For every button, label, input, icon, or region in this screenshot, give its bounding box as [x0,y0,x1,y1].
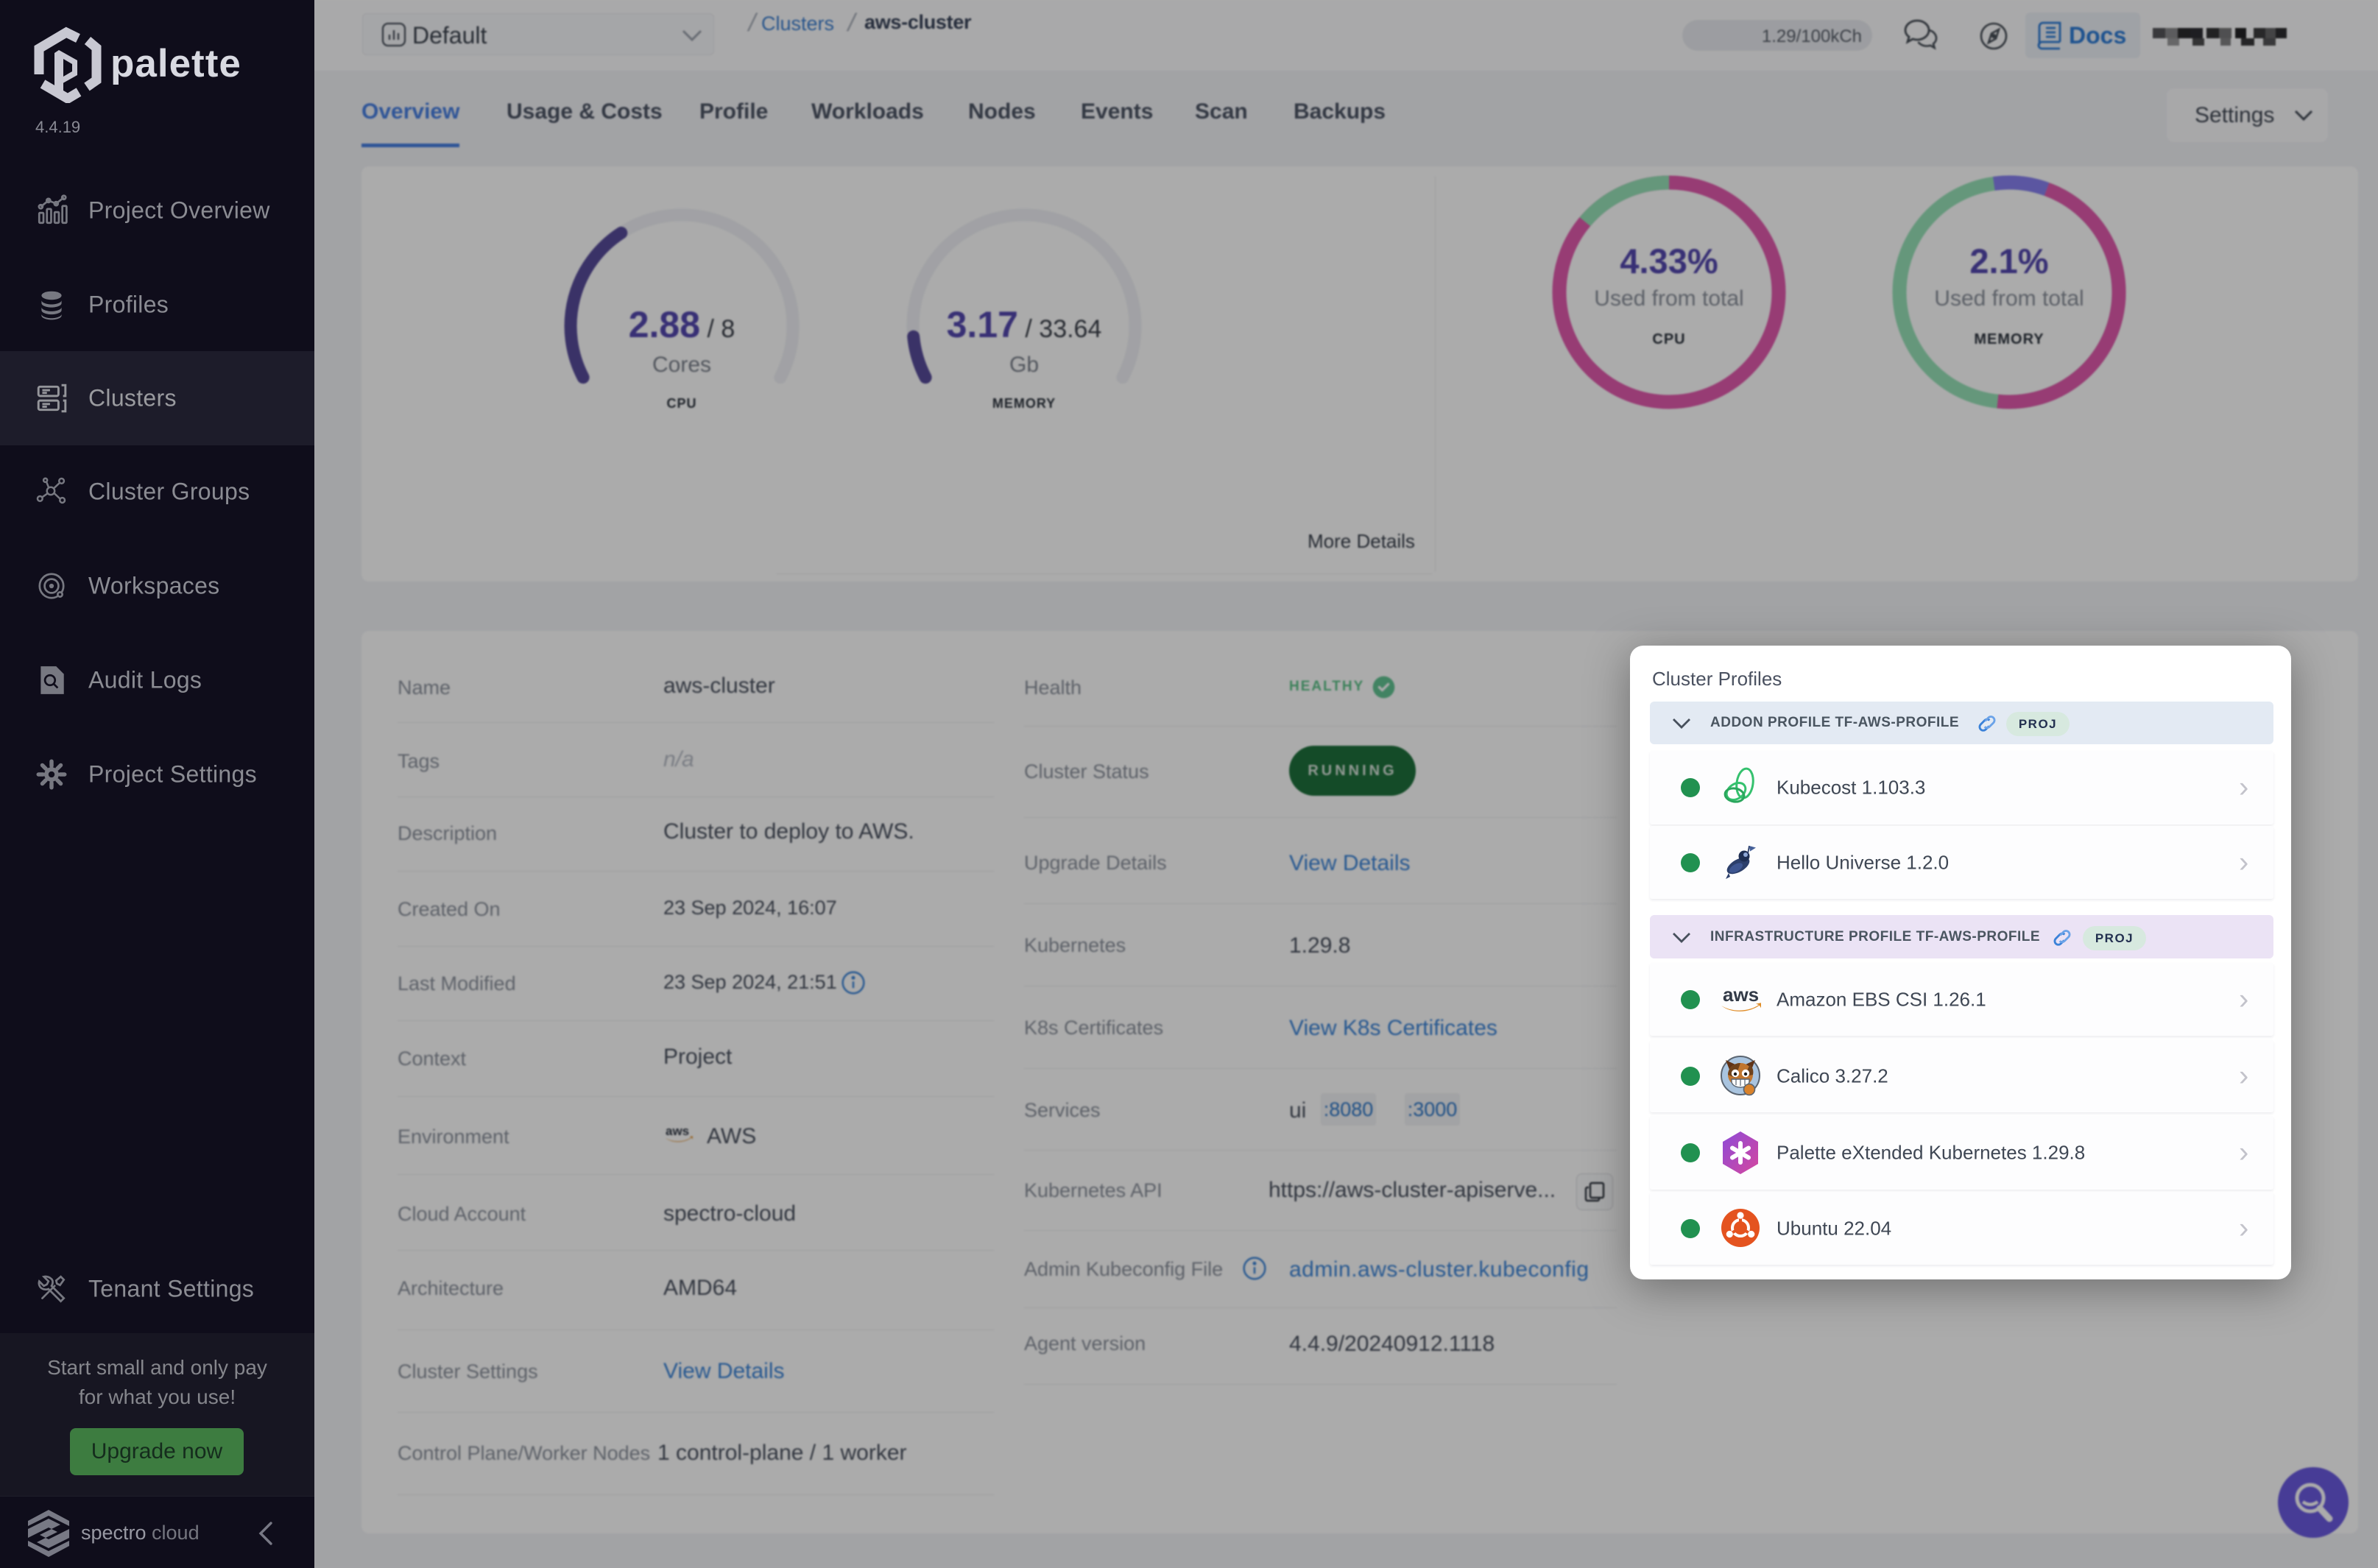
svg-text:aws: aws [1723,983,1759,1006]
